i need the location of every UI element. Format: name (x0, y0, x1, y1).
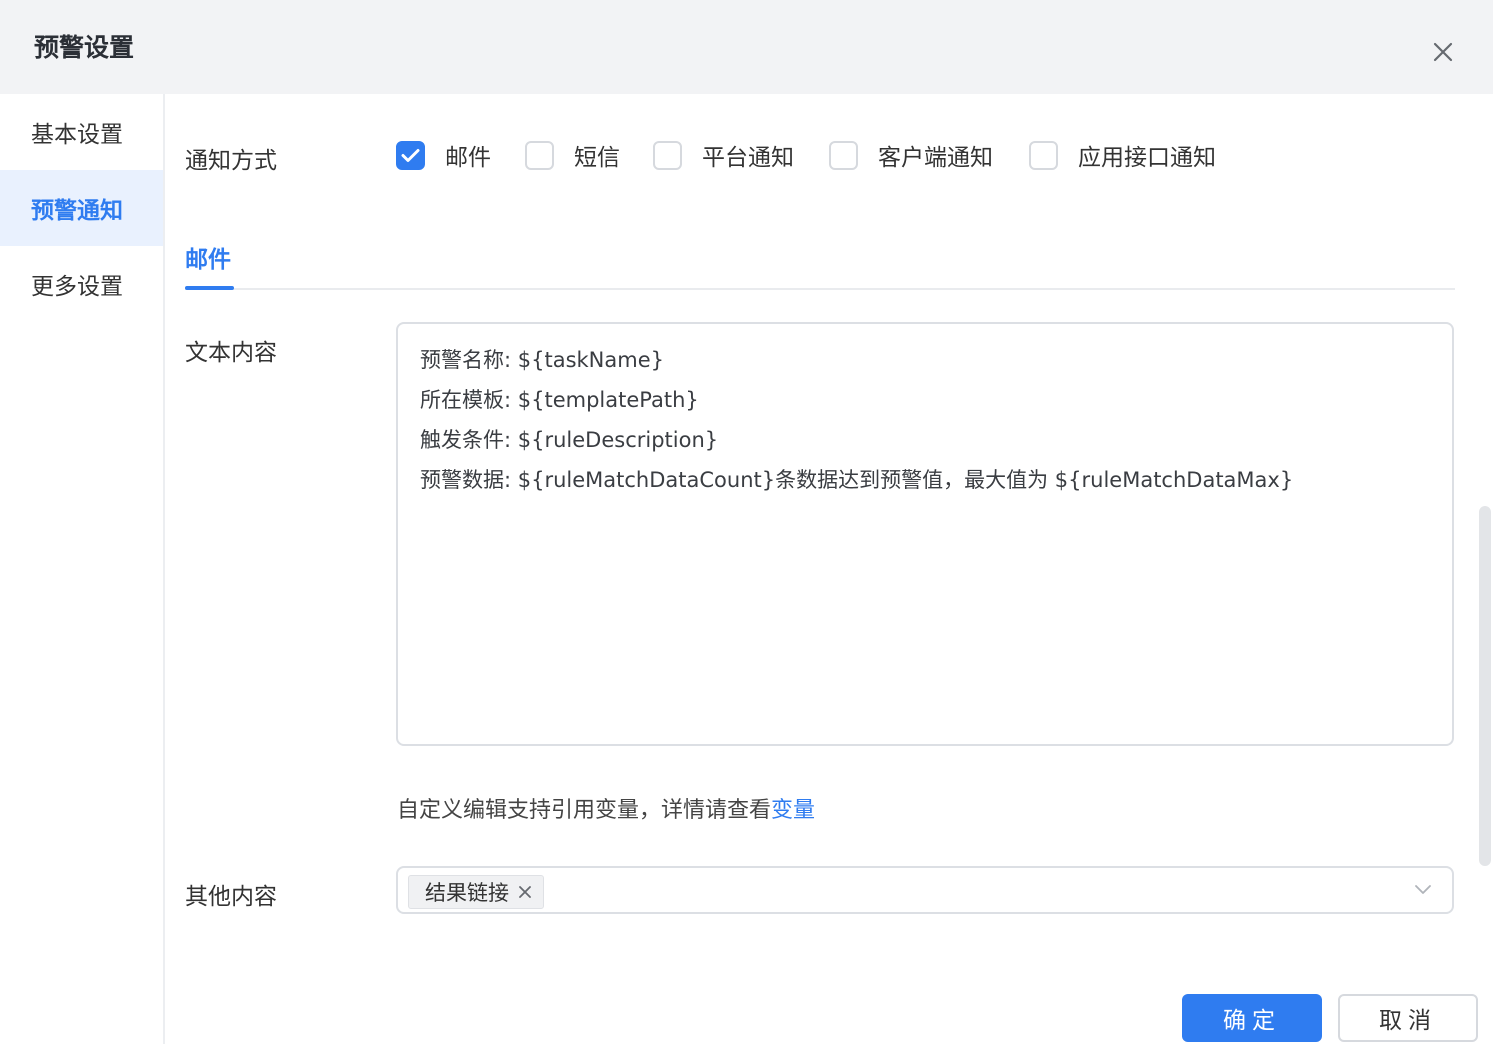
checkbox-api[interactable]: 应用接口通知 (1029, 137, 1216, 173)
tag-label: 结果链接 (425, 881, 509, 905)
checkbox-label: 平台通知 (702, 145, 794, 171)
scrollbar[interactable] (1479, 506, 1491, 866)
dialog-header: 预警设置 (0, 0, 1493, 94)
other-content-select[interactable]: 结果链接 (396, 866, 1454, 914)
dialog-title: 预警设置 (34, 33, 135, 62)
checkbox-label: 短信 (574, 145, 620, 171)
variable-hint: 自定义编辑支持引用变量，详情请查看变量 (397, 792, 815, 824)
editor-line: 所在模板: ${templatePath} (420, 388, 699, 412)
confirm-button[interactable]: 确定 (1182, 994, 1322, 1042)
checkbox-platform[interactable]: 平台通知 (653, 137, 794, 173)
checkbox-label: 客户端通知 (878, 145, 993, 171)
tab-active-indicator (185, 286, 234, 290)
checkbox-checked-icon[interactable] (396, 140, 425, 170)
sidebar-item-warning-notify[interactable]: 预警通知 (0, 170, 164, 246)
checkbox-client[interactable]: 客户端通知 (829, 137, 993, 173)
checkbox-box[interactable] (525, 140, 554, 170)
checkbox-sms[interactable]: 短信 (525, 137, 620, 173)
checkbox-box[interactable] (1029, 140, 1058, 170)
tab-bar-divider (185, 288, 1455, 290)
editor-line: 预警名称: ${taskName} (420, 348, 664, 372)
checkbox-box[interactable] (829, 140, 858, 170)
checkbox-label: 应用接口通知 (1078, 145, 1216, 171)
close-icon[interactable] (1424, 33, 1462, 71)
tab-email[interactable]: 邮件 (185, 240, 231, 274)
text-content-label: 文本内容 (185, 340, 277, 366)
sidebar-item-more[interactable]: 更多设置 (0, 246, 164, 322)
tag-remove-icon[interactable] (517, 884, 533, 900)
settings-sidebar: 基本设置 预警通知 更多设置 (0, 94, 164, 1064)
warning-settings-dialog: 预警设置 基本设置 预警通知 更多设置 通知方式 邮件 短信 平台通知 客户端通… (0, 0, 1493, 1064)
text-content-editor[interactable]: 预警名称: ${taskName} 所在模板: ${templatePath} … (396, 322, 1454, 746)
hint-text: 自定义编辑支持引用变量，详情请查看 (397, 798, 772, 823)
selected-tag: 结果链接 (408, 875, 544, 909)
cancel-button[interactable]: 取消 (1338, 994, 1478, 1042)
chevron-down-icon[interactable] (1414, 882, 1432, 901)
notify-method-label: 通知方式 (185, 148, 277, 174)
checkbox-label: 邮件 (445, 145, 491, 171)
variable-link[interactable]: 变量 (771, 798, 815, 823)
editor-line: 预警数据: ${ruleMatchDataCount}条数据达到预警值，最大值为… (420, 468, 1294, 492)
editor-line: 触发条件: ${ruleDescription} (420, 428, 719, 452)
sidebar-divider (163, 94, 165, 1044)
checkbox-email[interactable]: 邮件 (396, 137, 491, 173)
checkbox-box[interactable] (653, 140, 682, 170)
other-content-label: 其他内容 (185, 884, 277, 910)
sidebar-item-basic[interactable]: 基本设置 (0, 94, 164, 170)
